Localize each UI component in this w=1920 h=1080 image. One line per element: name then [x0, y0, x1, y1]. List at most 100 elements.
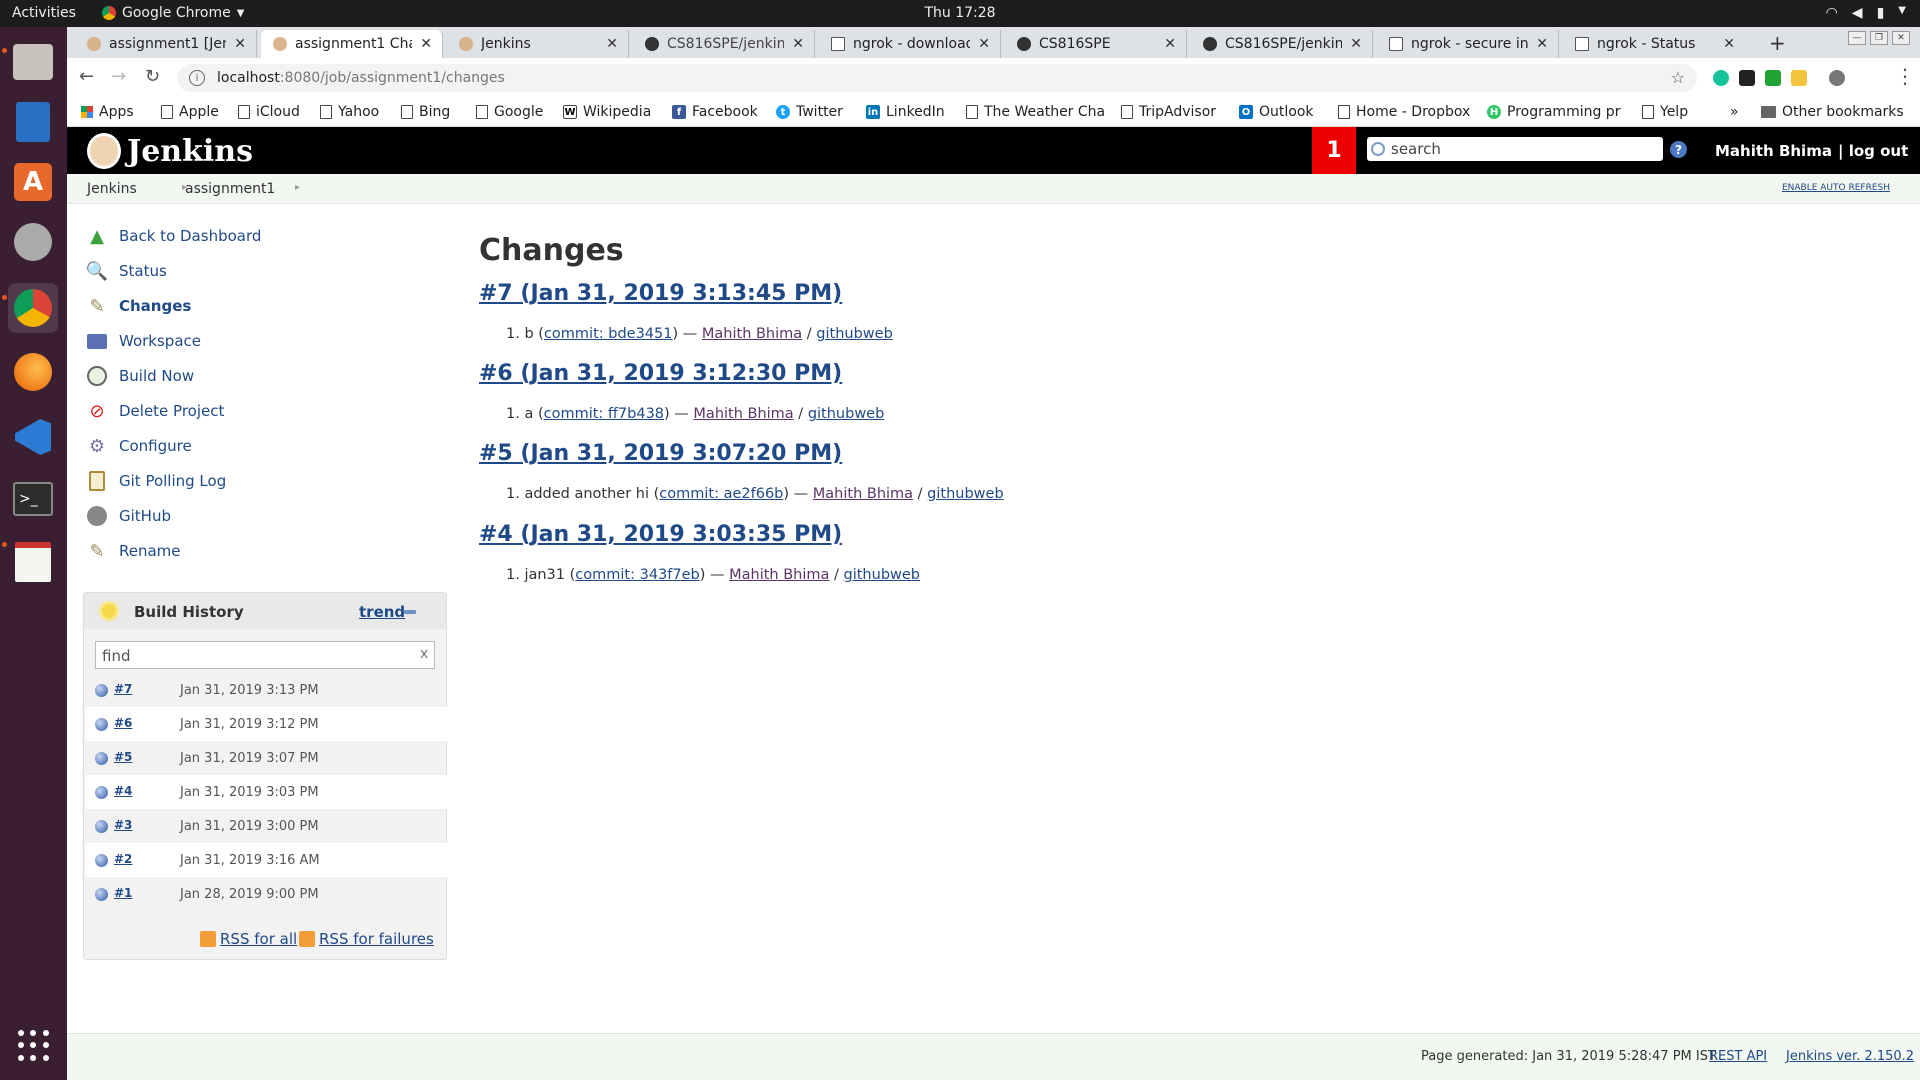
build-link[interactable]: #6 — [114, 716, 132, 730]
bookmark-google[interactable]: Google — [476, 104, 543, 120]
clock[interactable]: Thu 17:28 — [924, 5, 995, 21]
bookmark-icloud[interactable]: iCloud — [238, 104, 300, 120]
commit-link[interactable]: commit: ae2f66b — [659, 486, 783, 502]
jenkins-home-link[interactable]: Jenkins — [87, 133, 253, 169]
vscode-icon[interactable] — [8, 412, 58, 462]
build-status-ball-icon[interactable] — [95, 786, 108, 799]
build-status-ball-icon[interactable] — [95, 752, 108, 765]
reload-icon[interactable]: ↻ — [145, 66, 160, 87]
enable-auto-refresh-link[interactable]: ENABLE AUTO REFRESH — [1782, 183, 1890, 193]
jenkins-version-link[interactable]: Jenkins ver. 2.150.2 — [1786, 1049, 1914, 1064]
close-icon[interactable]: ✕ — [1723, 36, 1735, 52]
build-status-ball-icon[interactable] — [95, 718, 108, 731]
show-applications-icon[interactable] — [18, 1030, 50, 1062]
build-status-ball-icon[interactable] — [95, 854, 108, 867]
build-status-ball-icon[interactable] — [95, 684, 108, 697]
task-changes[interactable]: ✎ Changes — [85, 294, 191, 318]
build-status-ball-icon[interactable] — [95, 820, 108, 833]
forward-arrow-icon[interactable]: → — [111, 66, 126, 87]
build-link[interactable]: #3 — [114, 818, 132, 832]
close-icon[interactable]: ✕ — [1536, 36, 1548, 52]
breadcrumb-arrow-icon[interactable]: ▸ — [295, 182, 300, 193]
app-menu[interactable]: Google Chrome ▼ — [102, 5, 244, 21]
terminal-icon[interactable]: >_ — [8, 474, 58, 524]
chrome-dock-icon[interactable] — [8, 283, 58, 333]
browser-tab[interactable]: ngrok - secure int ✕ — [1377, 30, 1559, 58]
profile-avatar-icon[interactable] — [1829, 70, 1845, 86]
activities-button[interactable]: Activities — [12, 5, 76, 21]
build-filter-input[interactable]: find — [95, 641, 435, 669]
rss-all-link[interactable]: RSS for all — [200, 930, 297, 948]
site-info-icon[interactable]: i — [189, 70, 205, 86]
logout-link[interactable]: | log out — [1838, 142, 1908, 160]
githubweb-link[interactable]: githubweb — [808, 406, 885, 422]
task-workspace[interactable]: Workspace — [85, 329, 201, 353]
browser-tab[interactable]: Jenkins ✕ — [447, 30, 629, 58]
close-icon[interactable]: ✕ — [792, 36, 804, 52]
author-link[interactable]: Mahith Bhima — [813, 486, 913, 502]
collapse-icon[interactable] — [404, 610, 416, 614]
bookmark-twitter[interactable]: t Twitter — [776, 104, 843, 120]
close-icon[interactable]: ✕ — [420, 36, 432, 52]
build-heading-link[interactable]: #7 (Jan 31, 2019 3:13:45 PM) — [479, 281, 842, 306]
browser-tab[interactable]: assignment1 [Jen ✕ — [75, 30, 257, 58]
bookmark-dropbox[interactable]: Home - Dropbox — [1338, 104, 1470, 120]
bookmark-linkedin[interactable]: in LinkedIn — [866, 104, 945, 120]
software-center-icon[interactable]: A — [8, 157, 58, 207]
trend-link[interactable]: trend — [359, 603, 405, 621]
bookmark-facebook[interactable]: f Facebook — [672, 104, 758, 120]
browser-tab[interactable]: ngrok - download ✕ — [819, 30, 1001, 58]
amazon-extension-icon[interactable] — [1739, 70, 1755, 86]
task-status[interactable]: 🔍 Status — [85, 259, 167, 283]
task-build-now[interactable]: Build Now — [85, 364, 194, 388]
bookmark-star-icon[interactable]: ☆ — [1671, 68, 1685, 87]
breadcrumb-assignment1[interactable]: assignment1 — [185, 181, 275, 197]
githubweb-link[interactable]: githubweb — [844, 567, 921, 583]
close-icon[interactable]: ✕ — [1164, 36, 1176, 52]
system-tray[interactable]: ◠ ◀ ▮ ▼ — [1826, 5, 1906, 21]
close-icon[interactable]: ✕ — [234, 36, 246, 52]
commit-link[interactable]: commit: ff7b438 — [544, 406, 664, 422]
close-icon[interactable]: ✕ — [978, 36, 990, 52]
minimize-icon[interactable]: — — [1848, 31, 1866, 45]
commit-link[interactable]: commit: 343f7eb — [575, 567, 699, 583]
firefox-icon[interactable] — [8, 347, 58, 397]
task-github[interactable]: GitHub — [85, 504, 171, 528]
task-back-to-dashboard[interactable]: ▲ Back to Dashboard — [85, 224, 261, 248]
bookmark-apps[interactable]: Apps — [81, 104, 134, 120]
build-link[interactable]: #7 — [114, 682, 132, 696]
bookmark-yelp[interactable]: Yelp — [1642, 104, 1688, 120]
browser-tab[interactable]: ngrok - Status ✕ — [1563, 30, 1745, 58]
back-arrow-icon[interactable]: ← — [79, 66, 94, 87]
bookmark-apple[interactable]: Apple — [161, 104, 219, 120]
close-icon[interactable]: ✕ — [1350, 36, 1362, 52]
rest-api-link[interactable]: REST API — [1709, 1049, 1767, 1064]
menu-dots-icon[interactable]: ⋮ — [1895, 64, 1915, 88]
build-link[interactable]: #5 — [114, 750, 132, 764]
search-box[interactable]: search — [1367, 137, 1663, 161]
build-heading-link[interactable]: #5 (Jan 31, 2019 3:07:20 PM) — [479, 441, 842, 466]
build-link[interactable]: #2 — [114, 852, 132, 866]
bookmark-wikipedia[interactable]: W Wikipedia — [563, 104, 651, 120]
browser-tab[interactable]: CS816SPE ✕ — [1005, 30, 1187, 58]
build-link[interactable]: #1 — [114, 886, 132, 900]
close-icon[interactable]: ✕ — [606, 36, 618, 52]
bookmark-outlook[interactable]: O Outlook — [1239, 104, 1314, 120]
task-rename[interactable]: ✎ Rename — [85, 539, 180, 563]
githubweb-link[interactable]: githubweb — [927, 486, 1004, 502]
author-link[interactable]: Mahith Bhima — [702, 326, 802, 342]
files-icon[interactable] — [8, 37, 58, 87]
bookmark-yahoo[interactable]: Yahoo — [320, 104, 379, 120]
new-tab-button[interactable]: + — [1769, 31, 1786, 55]
green-extension-icon[interactable] — [1765, 70, 1781, 86]
address-bar[interactable]: i localhost:8080/job/assignment1/changes… — [177, 64, 1697, 92]
settings-icon[interactable] — [8, 217, 58, 267]
author-link[interactable]: Mahith Bhima — [729, 567, 829, 583]
browser-tab-active[interactable]: assignment1 Char ✕ — [261, 30, 443, 58]
browser-tab[interactable]: CS816SPE/jenkins ✕ — [1191, 30, 1373, 58]
githubweb-link[interactable]: githubweb — [816, 326, 893, 342]
other-bookmarks-folder[interactable]: Other bookmarks — [1761, 104, 1904, 120]
breadcrumb-jenkins[interactable]: Jenkins — [87, 181, 137, 197]
grammarly-extension-icon[interactable] — [1713, 70, 1729, 86]
browser-tab[interactable]: CS816SPE/jenkins ✕ — [633, 30, 815, 58]
